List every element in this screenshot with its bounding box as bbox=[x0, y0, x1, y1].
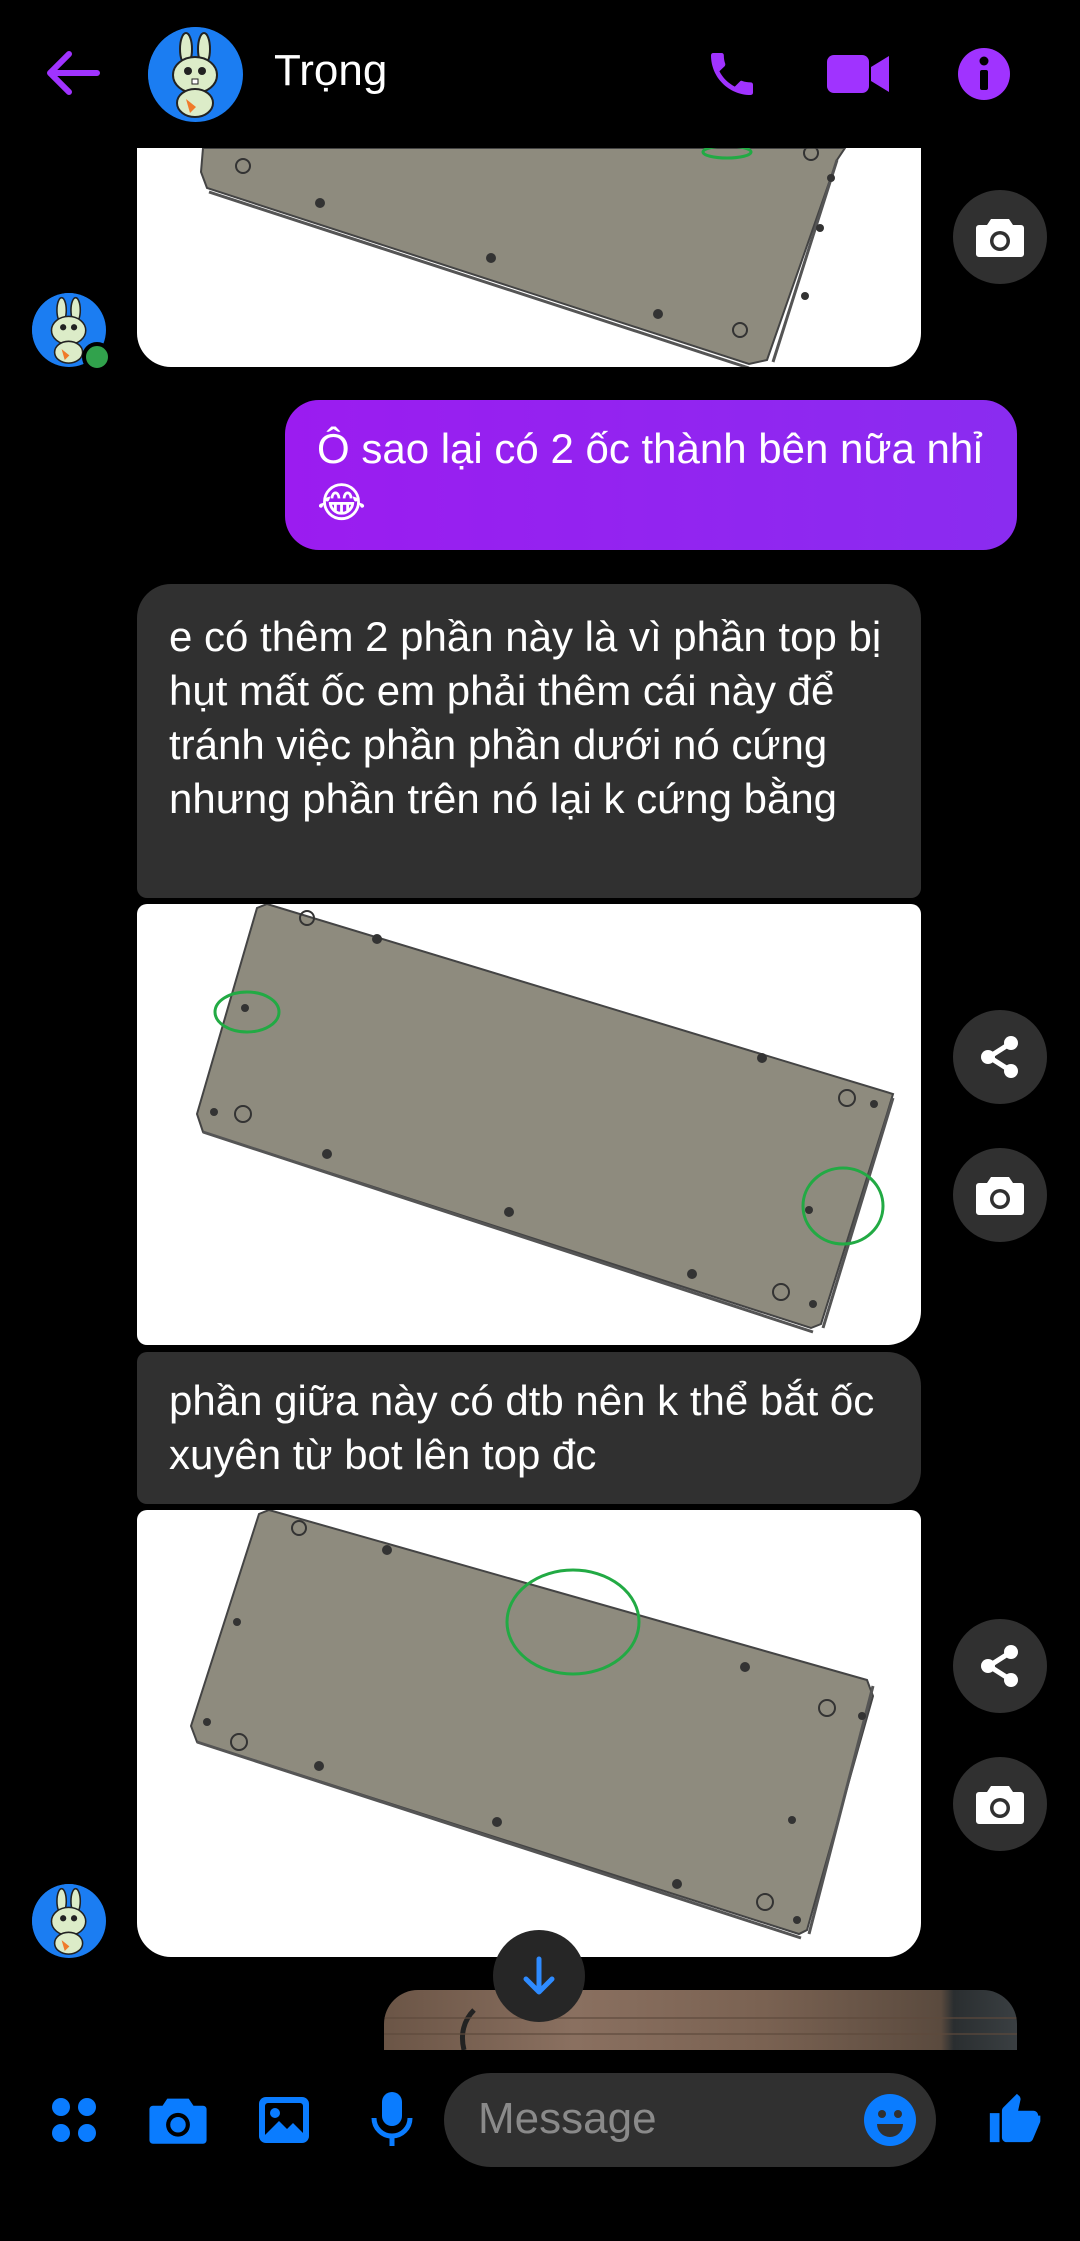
camera-button[interactable] bbox=[146, 2088, 210, 2152]
emoji-icon bbox=[864, 2094, 916, 2146]
info-icon bbox=[958, 48, 1010, 100]
message-text: e có thêm 2 phần này là vì phần top bị h… bbox=[169, 613, 882, 822]
message-input-placeholder: Message bbox=[478, 2094, 657, 2143]
contact-name[interactable]: Trọng bbox=[274, 46, 387, 96]
share-button-3[interactable] bbox=[953, 1619, 1047, 1713]
camera-icon bbox=[976, 219, 1024, 257]
outgoing-photo-partial[interactable] bbox=[384, 1990, 1017, 2050]
like-icon bbox=[989, 2093, 1041, 2143]
share-icon bbox=[981, 1036, 1018, 1078]
voice-message-button[interactable] bbox=[362, 2086, 422, 2154]
conversation-header: Trọng bbox=[0, 0, 1080, 148]
incoming-message-1[interactable]: e có thêm 2 phần này là vì phần top bị h… bbox=[137, 584, 921, 898]
video-call-button[interactable] bbox=[822, 42, 894, 106]
info-button[interactable] bbox=[952, 42, 1016, 106]
gallery-icon bbox=[259, 2097, 309, 2143]
emoji-button[interactable] bbox=[862, 2092, 918, 2148]
share-button-2[interactable] bbox=[953, 1010, 1047, 1104]
image-attachment-1[interactable] bbox=[137, 148, 921, 367]
cad-panel-image bbox=[199, 148, 847, 367]
apps-icon bbox=[52, 2098, 96, 2142]
more-actions-button[interactable] bbox=[44, 2090, 104, 2150]
gallery-button[interactable] bbox=[252, 2088, 316, 2152]
save-photo-button-3[interactable] bbox=[953, 1757, 1047, 1851]
wood-photo-image bbox=[384, 2008, 1017, 2050]
camera-icon bbox=[149, 2098, 207, 2144]
like-button[interactable] bbox=[982, 2086, 1046, 2150]
scroll-down-icon bbox=[523, 1956, 555, 1995]
back-arrow-icon bbox=[47, 51, 100, 95]
cad-panel-image bbox=[195, 904, 895, 1334]
camera-icon bbox=[976, 1786, 1024, 1824]
camera-icon bbox=[976, 1177, 1024, 1215]
image-attachment-3[interactable] bbox=[137, 1510, 921, 1957]
cad-panel-image bbox=[189, 1510, 875, 1940]
save-photo-button-2[interactable] bbox=[953, 1148, 1047, 1242]
sender-avatar-2[interactable] bbox=[32, 1884, 106, 1958]
microphone-icon bbox=[371, 2092, 413, 2146]
incoming-message-2[interactable]: phần giữa này có dtb nên k thể bắt ốc xu… bbox=[137, 1352, 921, 1504]
video-icon bbox=[827, 55, 889, 93]
bunny-avatar-icon bbox=[32, 1884, 106, 1958]
scroll-to-bottom-button[interactable] bbox=[493, 1930, 585, 2022]
image-attachment-2[interactable] bbox=[137, 904, 921, 1345]
audio-call-button[interactable] bbox=[700, 42, 764, 106]
contact-avatar[interactable] bbox=[148, 27, 243, 122]
message-text: Ô sao lại có 2 ốc thành bên nữa nhỉ bbox=[317, 425, 983, 472]
bunny-avatar-icon bbox=[148, 27, 242, 121]
back-button[interactable] bbox=[40, 40, 106, 106]
phone-icon bbox=[711, 53, 753, 95]
online-status-dot bbox=[82, 342, 112, 372]
laughing-emoji: 😂 bbox=[317, 479, 367, 526]
save-photo-button-1[interactable] bbox=[953, 190, 1047, 284]
share-icon bbox=[981, 1645, 1018, 1687]
message-text: phần giữa này có dtb nên k thể bắt ốc xu… bbox=[169, 1377, 875, 1478]
outgoing-message[interactable]: Ô sao lại có 2 ốc thành bên nữa nhỉ 😂 bbox=[285, 400, 1017, 550]
